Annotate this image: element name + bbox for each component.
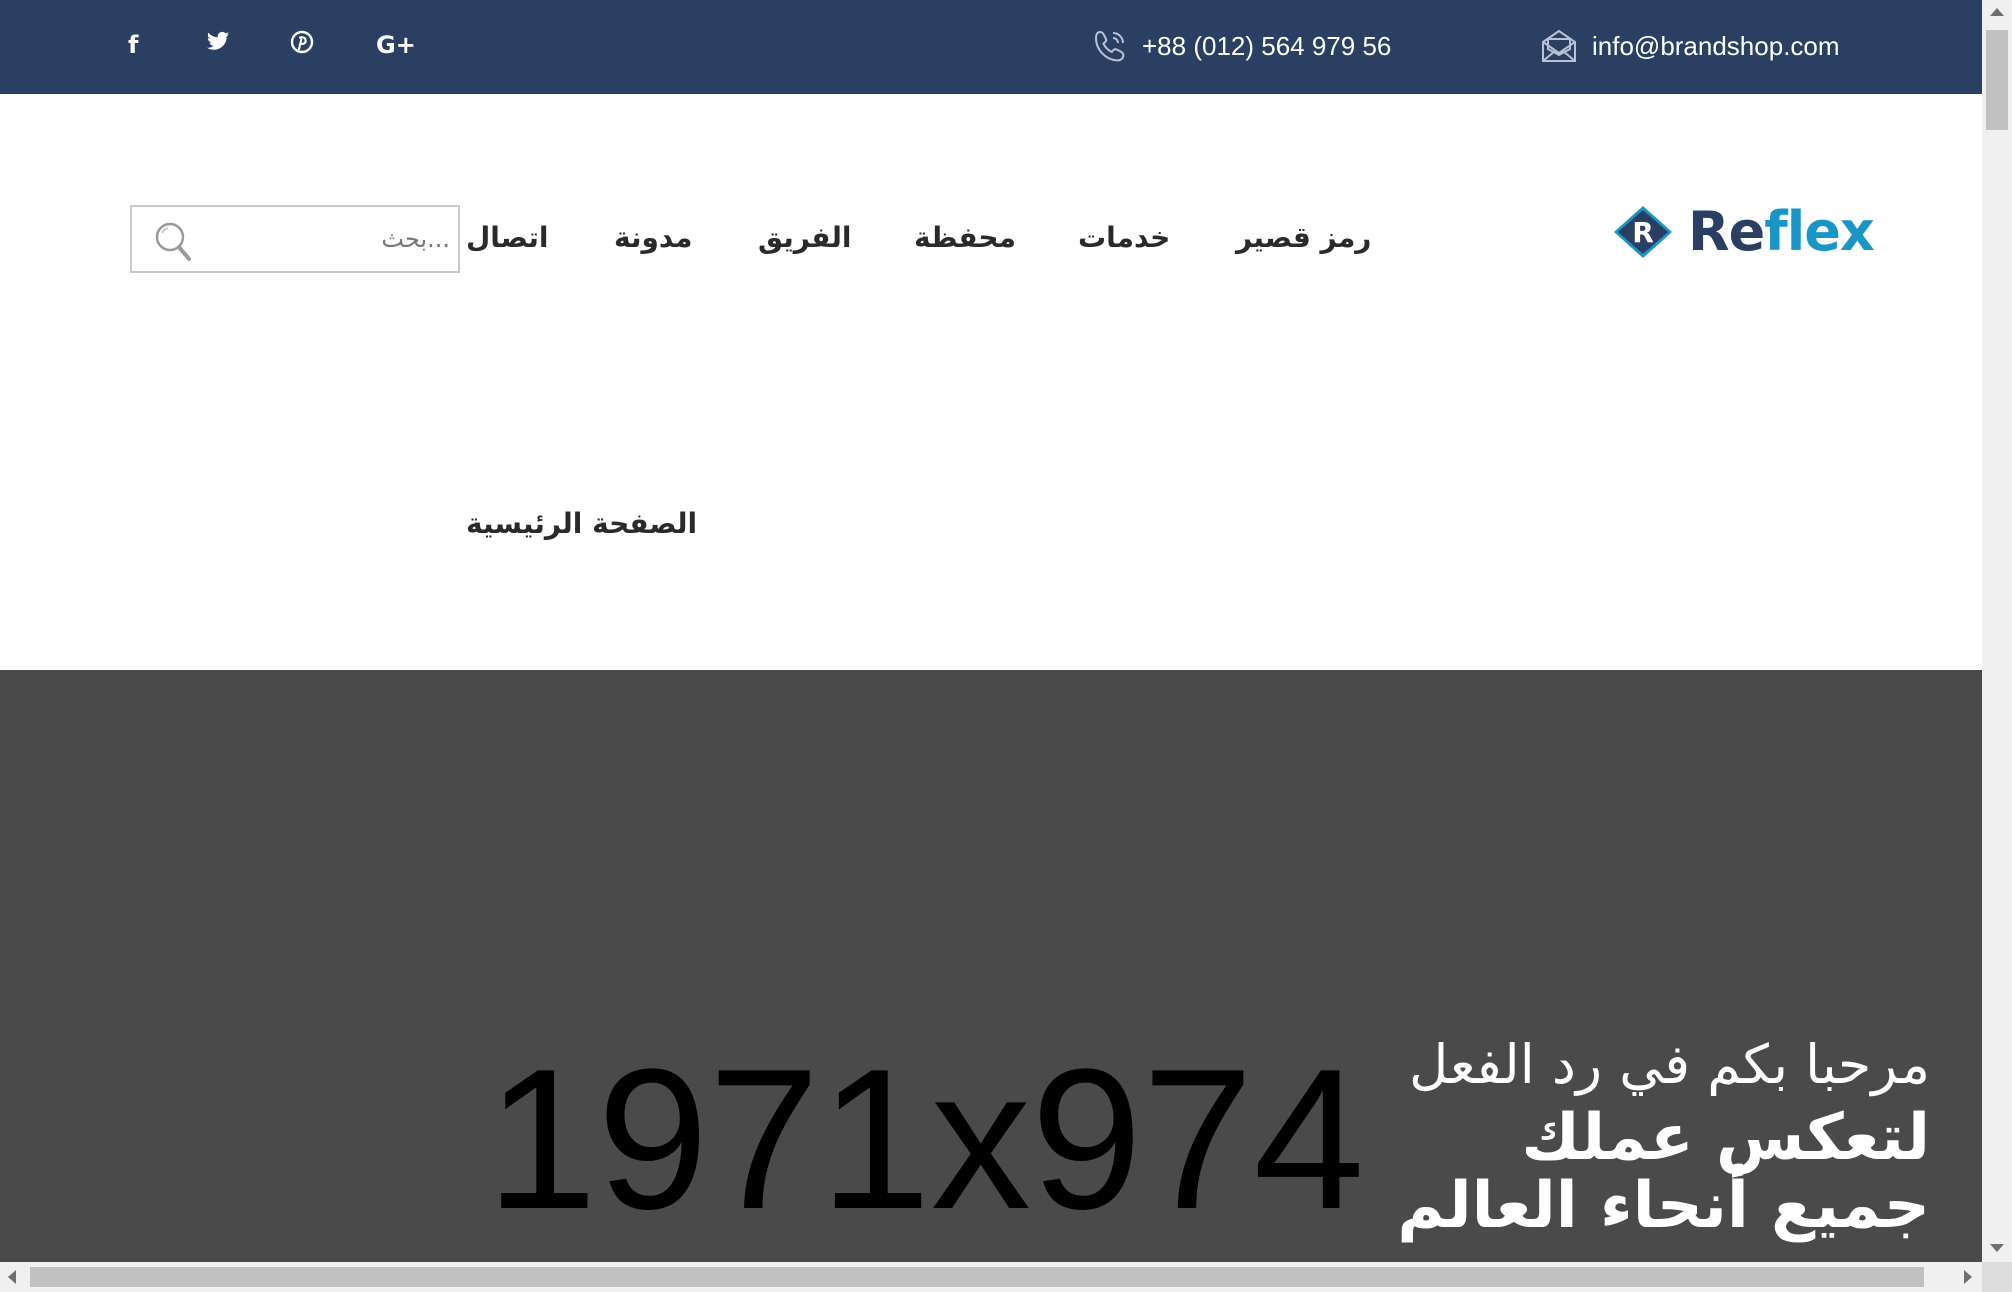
scroll-up-arrow-icon[interactable]: [1990, 8, 2004, 16]
pinterest-icon[interactable]: [290, 30, 314, 61]
logo-mark-icon: R: [1614, 206, 1672, 258]
google-plus-icon[interactable]: G+: [376, 30, 416, 60]
scroll-down-arrow-icon[interactable]: [1990, 1244, 2004, 1252]
hero-welcome-text: مرحبا بكم في رد الفعل: [1409, 1033, 1930, 1096]
pinterest-shape: [290, 30, 314, 54]
phone-icon: [1094, 30, 1125, 62]
horizontal-scrollbar[interactable]: [0, 1262, 1982, 1292]
nav-shortcode[interactable]: رمز قصير: [1236, 218, 1371, 258]
hero-headline-line2: جميع أنحاء العالم: [1397, 1169, 1930, 1243]
twitter-icon[interactable]: [206, 30, 230, 60]
hero-headline-line1: لتعكس عملك: [1521, 1101, 1930, 1175]
scroll-right-arrow-icon[interactable]: [1964, 1270, 1972, 1284]
search-input[interactable]: [196, 211, 450, 267]
nav-contact[interactable]: اتصال: [466, 218, 549, 258]
nav-home[interactable]: الصفحة الرئيسية: [466, 504, 697, 544]
search-icon[interactable]: [154, 221, 194, 265]
envelope-icon: [1542, 29, 1576, 62]
site-logo[interactable]: R Reflex: [1612, 200, 1875, 263]
nav-team[interactable]: الفريق: [758, 218, 851, 258]
search-box: [130, 205, 460, 273]
logo-mark-letter: R: [1632, 216, 1654, 249]
facebook-icon[interactable]: f: [128, 30, 138, 60]
email-address: info@brandshop.com: [1592, 30, 1840, 61]
horizontal-scroll-thumb[interactable]: [30, 1267, 1924, 1287]
vertical-scroll-thumb[interactable]: [1986, 30, 2008, 130]
twitter-bird-shape: [207, 31, 229, 50]
email-contact[interactable]: info@brandshop.com: [1540, 28, 1840, 64]
hero-placeholder-dimensions: 1971x974: [486, 1028, 1365, 1251]
logo-wordmark: Reflex: [1688, 200, 1875, 263]
logo-wordmark-part1: Re: [1688, 200, 1765, 263]
nav-blog[interactable]: مدونة: [614, 218, 692, 258]
phone-number: +88 (012) 564 979 56: [1142, 30, 1392, 61]
top-bar: f G+ +88 (012) 564 979 56 info@brandshop…: [0, 0, 1982, 94]
hero-banner: 1971x974 مرحبا بكم في رد الفعل لتعكس عمل…: [0, 670, 1982, 1262]
logo-wordmark-part2: flex: [1764, 200, 1874, 263]
scroll-left-arrow-icon[interactable]: [8, 1270, 16, 1284]
nav-portfolio[interactable]: محفظة: [914, 218, 1016, 258]
site-header: رمز قصير خدمات محفظة الفريق مدونة اتصال …: [0, 94, 1982, 670]
scrollbar-corner: [1982, 1262, 2012, 1292]
vertical-scrollbar[interactable]: [1982, 0, 2012, 1262]
phone-contact[interactable]: +88 (012) 564 979 56: [1092, 28, 1391, 64]
nav-services[interactable]: خدمات: [1078, 218, 1170, 258]
